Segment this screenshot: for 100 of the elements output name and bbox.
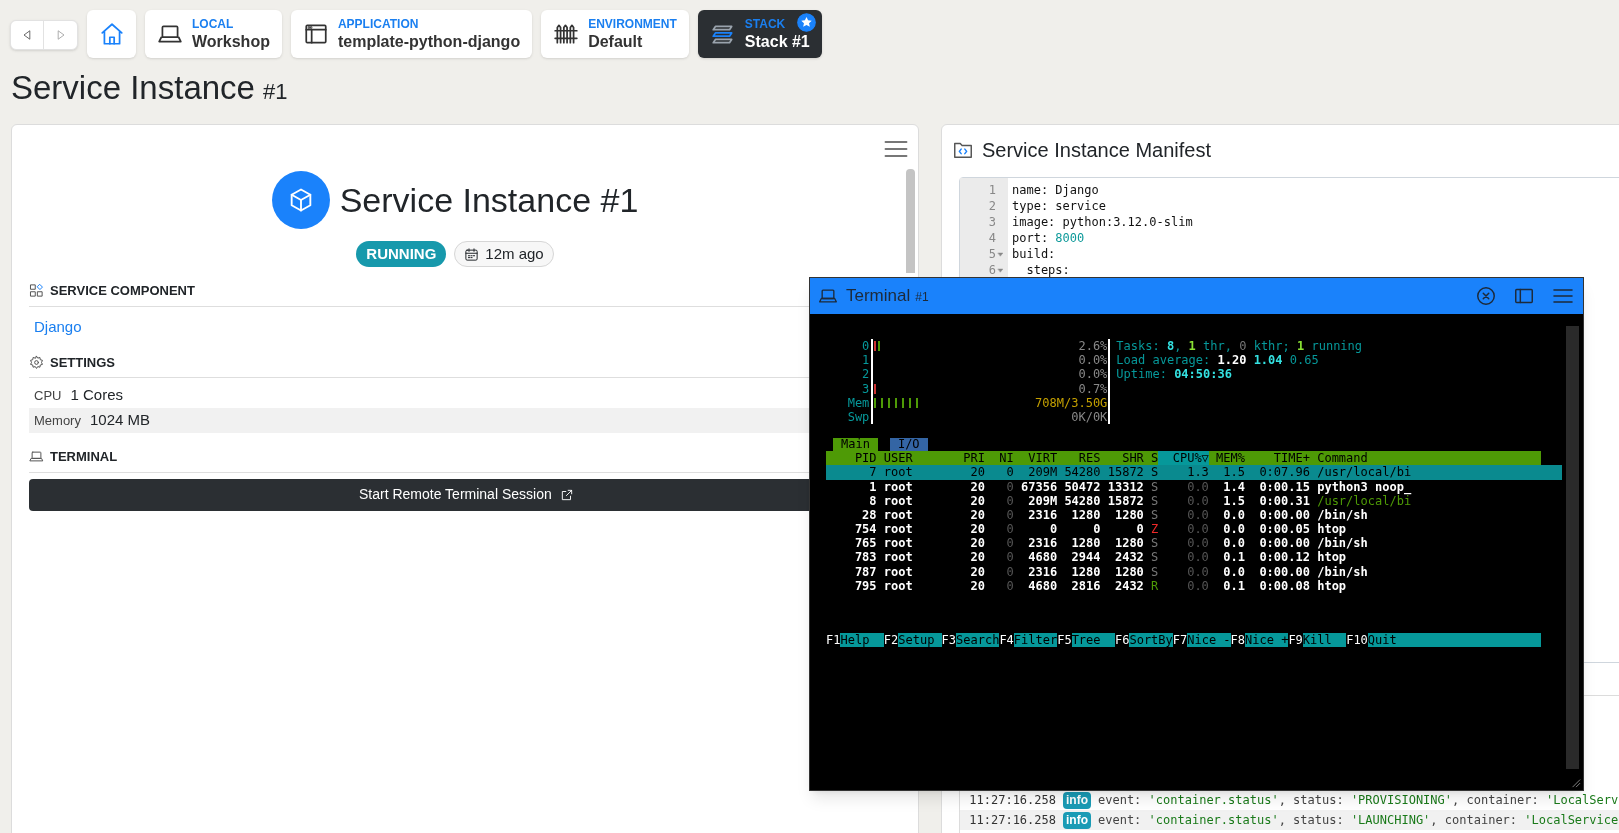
process-cell-text: 0.0 (1186, 507, 1209, 523)
process-cell-text: 2432 (1113, 550, 1144, 565)
code-line: name: Django (1012, 182, 1100, 198)
process-row[interactable]: 765 root 20 0 2316 1280 1280 S 0.0 0.0 0:00.00 /bin/sh (826, 536, 1541, 551)
breadcrumb-tab[interactable]: APPLICATION template-python-django (290, 10, 533, 58)
column-header[interactable]: RES (1057, 451, 1101, 466)
process-row[interactable]: 7 root 20 0 209M 54280 15872 S 1.3 1.5 0:07.96 /usr/local/bi (826, 465, 1562, 480)
process-cell-text: 20 (969, 507, 985, 523)
column-header[interactable]: MEM% (1208, 451, 1245, 466)
meter-reading: 0.7% (1078, 381, 1109, 396)
process-cell-text: S (1150, 550, 1159, 565)
breadcrumb-tab[interactable]: ENVIRONMENT Default (541, 10, 689, 58)
process-cell-text: 0:00.00 (1258, 564, 1310, 579)
breadcrumb-tab[interactable]: LOCAL Workshop (145, 10, 282, 58)
process-cell-text: 54280 (1063, 493, 1101, 508)
column-header[interactable]: PRI (956, 451, 985, 466)
column-header[interactable]: NI (984, 451, 1014, 466)
code-line: port: 8000 (1012, 230, 1086, 246)
process-cell-text: 20 (969, 564, 985, 579)
process-cell-text: 795 (853, 578, 877, 593)
setting-label: CPU (34, 386, 62, 405)
process-cell-text: 0 (1135, 522, 1144, 537)
process-cell-text: 0.0 (1222, 564, 1245, 579)
line-number: 5 (988, 246, 996, 262)
process-cell-text: S (1150, 564, 1159, 579)
process-cell-text: 20 (969, 479, 985, 494)
column-header[interactable]: USER (876, 451, 957, 466)
process-cell-text: 1280 (1113, 507, 1144, 523)
shapes-icon (29, 283, 44, 299)
process-cell-text: 0:00.00 (1258, 507, 1310, 523)
system-info-line: Tasks: 8, 1 thr, 0 kthr; 1 running (1116, 339, 1363, 354)
process-cell-text: root (882, 550, 914, 565)
setting-value: 1024 MB (89, 410, 150, 431)
meter-label: 0 (861, 339, 870, 354)
process-cell-text: 209M (1027, 465, 1058, 480)
htop-tab[interactable]: I/O (889, 438, 928, 452)
process-cell-text: 0.0 (1186, 550, 1209, 565)
process-cell-text: htop (1316, 550, 1348, 565)
process-cell-text: R (1150, 578, 1159, 593)
process-cell-text: 50472 (1063, 479, 1101, 494)
line-number: 2 (988, 198, 996, 214)
scrollbar-thumb[interactable] (906, 169, 915, 273)
start-terminal-button[interactable]: Start Remote Terminal Session (29, 478, 809, 511)
meter-label: Mem (846, 395, 870, 410)
close-icon (1475, 285, 1497, 307)
process-cell-text: 0 (1005, 536, 1014, 551)
process-cell-text: 1.5 (1222, 493, 1245, 508)
process-cell-text: 2816 (1070, 578, 1101, 593)
log-time: 11:27:16.258 (968, 792, 1056, 809)
process-row[interactable]: 8 root 20 0 209M 54280 15872 S 0.0 1.5 0:00.31 /usr/local/bi (826, 493, 1541, 508)
process-cell-text: root (882, 465, 914, 480)
process-row[interactable]: 795 root 20 0 4680 2816 2432 R 0.0 0.1 0:00.08 htop (826, 578, 1541, 593)
fence-icon (553, 21, 580, 47)
back-icon (21, 29, 33, 41)
meter-reading: 2.6% (1078, 339, 1109, 354)
meter-reading: 708M/3.50G (1035, 395, 1109, 410)
process-cell-text: root (882, 522, 914, 537)
column-header[interactable]: TIME+ (1244, 451, 1310, 466)
calendar-icon (464, 246, 480, 262)
column-header[interactable]: CPU%▽ (1158, 451, 1209, 466)
line-number: 6 (988, 262, 996, 278)
column-header[interactable]: S (1143, 451, 1159, 466)
process-cell-text: 2432 (1113, 578, 1144, 593)
process-row[interactable]: 754 root 20 0 0 0 0 Z 0.0 0.0 0:00.05 htop (826, 522, 1541, 537)
laptop-icon (29, 449, 44, 465)
close-button[interactable] (1475, 285, 1497, 307)
process-cell-text: 0 (1005, 522, 1014, 537)
process-cell-text: 0.0 (1186, 522, 1209, 537)
section-heading: SERVICE COMPONENT (50, 282, 195, 300)
process-cell-text: 0.1 (1222, 578, 1245, 593)
process-cell-text: 20 (969, 465, 985, 480)
process-row[interactable]: 28 root 20 0 2316 1280 1280 S 0.0 0.0 0:00.00 /bin/sh (826, 507, 1541, 523)
process-cell-text: 0:00.08 (1258, 578, 1310, 593)
code-line: steps: (1025, 262, 1071, 278)
process-cell-text: 1280 (1113, 564, 1144, 579)
process-cell-text: 0 (1005, 507, 1014, 523)
column-header[interactable]: VIRT (1013, 451, 1058, 466)
meter-label: 2 (861, 367, 870, 382)
htop-tab[interactable]: Main (833, 438, 878, 452)
setting-label: Memory (34, 411, 81, 430)
process-cell-text: 67356 (1020, 479, 1058, 494)
process-row[interactable]: 1 root 20 0 67356 50472 13312 S 0.0 1.4 0:00.15 python3 noop_ (826, 479, 1541, 494)
process-cell-text: 20 (969, 536, 985, 551)
process-cell-text: 8 (868, 493, 877, 508)
column-header[interactable]: Command (1309, 451, 1541, 466)
process-cell-text: 787 (853, 564, 877, 579)
process-row[interactable]: 787 root 20 0 2316 1280 1280 S 0.0 0.0 0:00.00 /bin/sh (826, 564, 1541, 579)
component-link[interactable]: Django (34, 315, 82, 338)
process-cell-text: 0.0 (1186, 493, 1209, 508)
terminal-scrollbar[interactable] (1566, 326, 1579, 769)
process-cell-text: 0.0 (1186, 479, 1209, 494)
meter-reading: 0K/0K (1071, 409, 1109, 425)
process-cell-text: 0 (1048, 522, 1058, 537)
home-button[interactable] (87, 10, 136, 58)
process-cell-text: 28 (861, 507, 877, 523)
column-header[interactable]: PID (826, 451, 877, 466)
process-row[interactable]: 783 root 20 0 4680 2944 2432 S 0.0 0.1 0:00.12 htop (826, 550, 1541, 565)
column-header[interactable]: SHR (1100, 451, 1144, 466)
breadcrumb-tab[interactable]: STACK Stack #1 (697, 10, 822, 58)
process-cell-text: 209M (1027, 493, 1058, 508)
